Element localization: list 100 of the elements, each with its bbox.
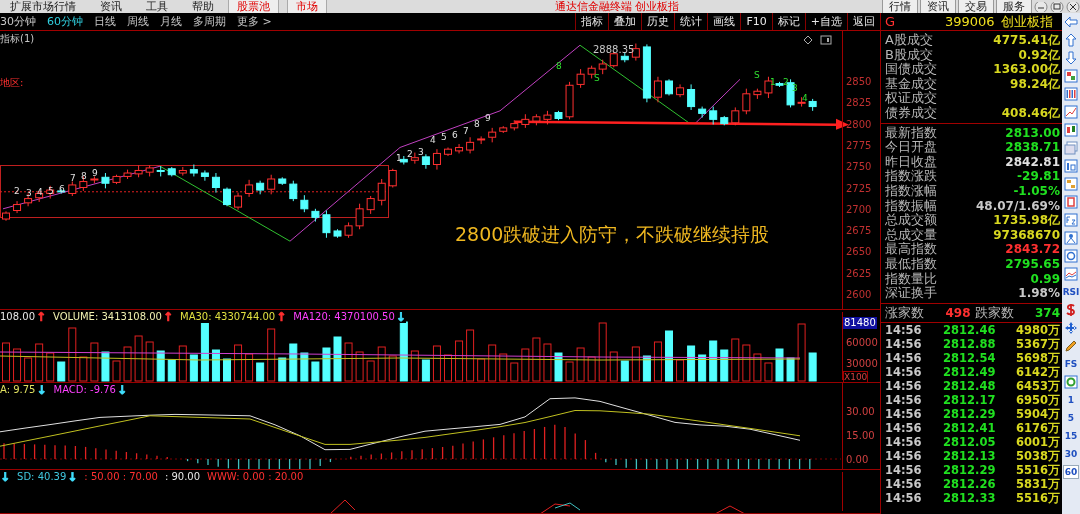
stat-label: 最新指数: [885, 125, 937, 140]
header-button[interactable]: 服务: [996, 0, 1032, 13]
toolbar-button[interactable]: F10: [740, 13, 772, 30]
dollar-icon[interactable]: [1064, 303, 1078, 317]
tick-volume: 6453万: [1016, 378, 1060, 393]
side-toolbar-button[interactable]: FS: [1063, 358, 1079, 370]
period-tab[interactable]: 日线: [94, 14, 116, 29]
side-toolbar-button[interactable]: 1: [1066, 394, 1076, 406]
scale-label: X100: [843, 371, 869, 382]
circle-icon[interactable]: [1064, 249, 1078, 263]
candlestick: [289, 180, 298, 202]
toolbar-button[interactable]: 标记: [771, 13, 805, 30]
restore-icon[interactable]: [1050, 1, 1064, 12]
minimize-icon[interactable]: [1034, 1, 1048, 12]
stat-value: 1.98%: [1018, 286, 1060, 301]
sequence-mark: 6: [452, 130, 458, 140]
toolbar-button[interactable]: 返回: [847, 13, 880, 30]
toolbar-button[interactable]: +自选: [804, 13, 847, 30]
close-icon[interactable]: [1066, 1, 1080, 12]
pencil-icon[interactable]: [1064, 339, 1078, 353]
candlestick: [267, 174, 276, 195]
sequence-mark: S: [594, 73, 600, 83]
menu-item[interactable]: 帮助: [192, 0, 214, 13]
candlestick: [432, 148, 441, 171]
stat-label: 今日开盘: [885, 140, 937, 155]
menu-item[interactable]: 资讯: [100, 0, 122, 13]
side-toolbar-button[interactable]: 60: [1062, 465, 1080, 479]
toolbar-button[interactable]: 画线: [707, 13, 741, 30]
candlestick: [211, 172, 220, 194]
price-tick: 2675: [846, 225, 872, 237]
candlestick-icon[interactable]: [1064, 123, 1078, 137]
legend-value: MA120: 4370100.50: [293, 311, 395, 323]
tick-volume: 5904万: [1016, 406, 1060, 421]
panel-icon[interactable]: [820, 35, 832, 45]
down-arrow-icon[interactable]: [1064, 51, 1078, 65]
move-icon[interactable]: [1064, 321, 1078, 335]
price-tick: 2650: [846, 246, 872, 258]
period-tab[interactable]: 60分钟: [47, 14, 83, 29]
side-toolbar-button[interactable]: 30: [1063, 448, 1079, 460]
toolbar-button[interactable]: 指标: [575, 13, 609, 30]
candlestick: [377, 178, 386, 206]
tick-time: 14:56: [885, 490, 923, 505]
toolbar-button[interactable]: 叠加: [608, 13, 642, 30]
stat-value: 48.07/1.69%: [976, 198, 1060, 214]
legend-value: A: 9.75: [0, 384, 36, 396]
line-chart-icon[interactable]: [1064, 105, 1078, 119]
tick-price: 2812.33: [943, 490, 997, 505]
period-tab[interactable]: 周线: [127, 14, 149, 29]
sequence-mark: 3: [418, 147, 424, 157]
bar-chart-icon[interactable]: [1064, 87, 1078, 101]
legend-value: : 50.00 : 70.00: [84, 471, 158, 483]
candlestick: [200, 169, 209, 182]
tick-volume: 6176万: [1016, 420, 1060, 435]
menu-item[interactable]: 扩展市场行情: [10, 0, 76, 13]
period-tab[interactable]: 多周期: [193, 14, 226, 29]
chart-document-icon[interactable]: [1064, 213, 1078, 227]
tick-price: 2812.05: [943, 434, 997, 449]
left-arrow-icon[interactable]: [1064, 15, 1078, 29]
stat-value: 0.92亿: [1018, 47, 1060, 63]
refresh-icon[interactable]: [1064, 375, 1078, 389]
header-button[interactable]: 资讯: [920, 0, 956, 13]
stat-label: 跌家数: [974, 303, 1014, 322]
menu-item[interactable]: 工具: [146, 0, 168, 13]
grid-icon[interactable]: [1064, 69, 1078, 83]
person-icon[interactable]: [1064, 231, 1078, 245]
up-arrow-icon[interactable]: [1064, 33, 1078, 47]
period-tab[interactable]: 更多 >: [237, 14, 272, 29]
toolbar-button[interactable]: 历史: [641, 13, 675, 30]
document-icon[interactable]: [1064, 159, 1078, 173]
candlestick: [653, 76, 662, 103]
axis-tick: 60000: [846, 337, 878, 349]
header-button[interactable]: 行情: [882, 0, 918, 13]
stat-label: B股成交: [885, 47, 933, 62]
candlestick: [322, 210, 331, 239]
side-toolbar-button[interactable]: 15: [1063, 430, 1079, 442]
stat-value: 2843.72: [1005, 242, 1060, 257]
tick-price: 2812.48: [943, 378, 997, 393]
tick-price: 2812.41: [943, 420, 997, 435]
sequence-mark: 2: [783, 77, 789, 87]
tick-volume: 5516万: [1016, 490, 1060, 505]
candlestick: [189, 164, 198, 177]
toolbar-button[interactable]: 统计: [674, 13, 708, 30]
stat-label: 权证成交: [885, 91, 937, 106]
header-button[interactable]: 交易: [958, 0, 994, 13]
stock-code: 399006: [945, 14, 995, 29]
sequence-mark: S: [754, 70, 760, 80]
stat-value: 0.99: [1030, 271, 1060, 287]
title-tab[interactable]: 股票池: [228, 0, 279, 13]
period-tab[interactable]: 月线: [160, 14, 182, 29]
favorite-icon[interactable]: [1064, 195, 1078, 209]
indicator-label: 指标(1): [0, 33, 35, 45]
axis-tick: 30.00: [846, 406, 875, 417]
diamond-icon[interactable]: [802, 35, 814, 45]
title-tab[interactable]: 市场: [287, 0, 327, 13]
tick-volume: 6142万: [1016, 364, 1060, 379]
side-toolbar-button[interactable]: 5: [1066, 412, 1076, 424]
period-tab[interactable]: 30分钟: [0, 14, 36, 29]
wave-chart-icon[interactable]: [1064, 267, 1078, 281]
side-toolbar-button[interactable]: RSI: [1061, 286, 1080, 298]
windows-icon[interactable]: [1064, 141, 1078, 155]
